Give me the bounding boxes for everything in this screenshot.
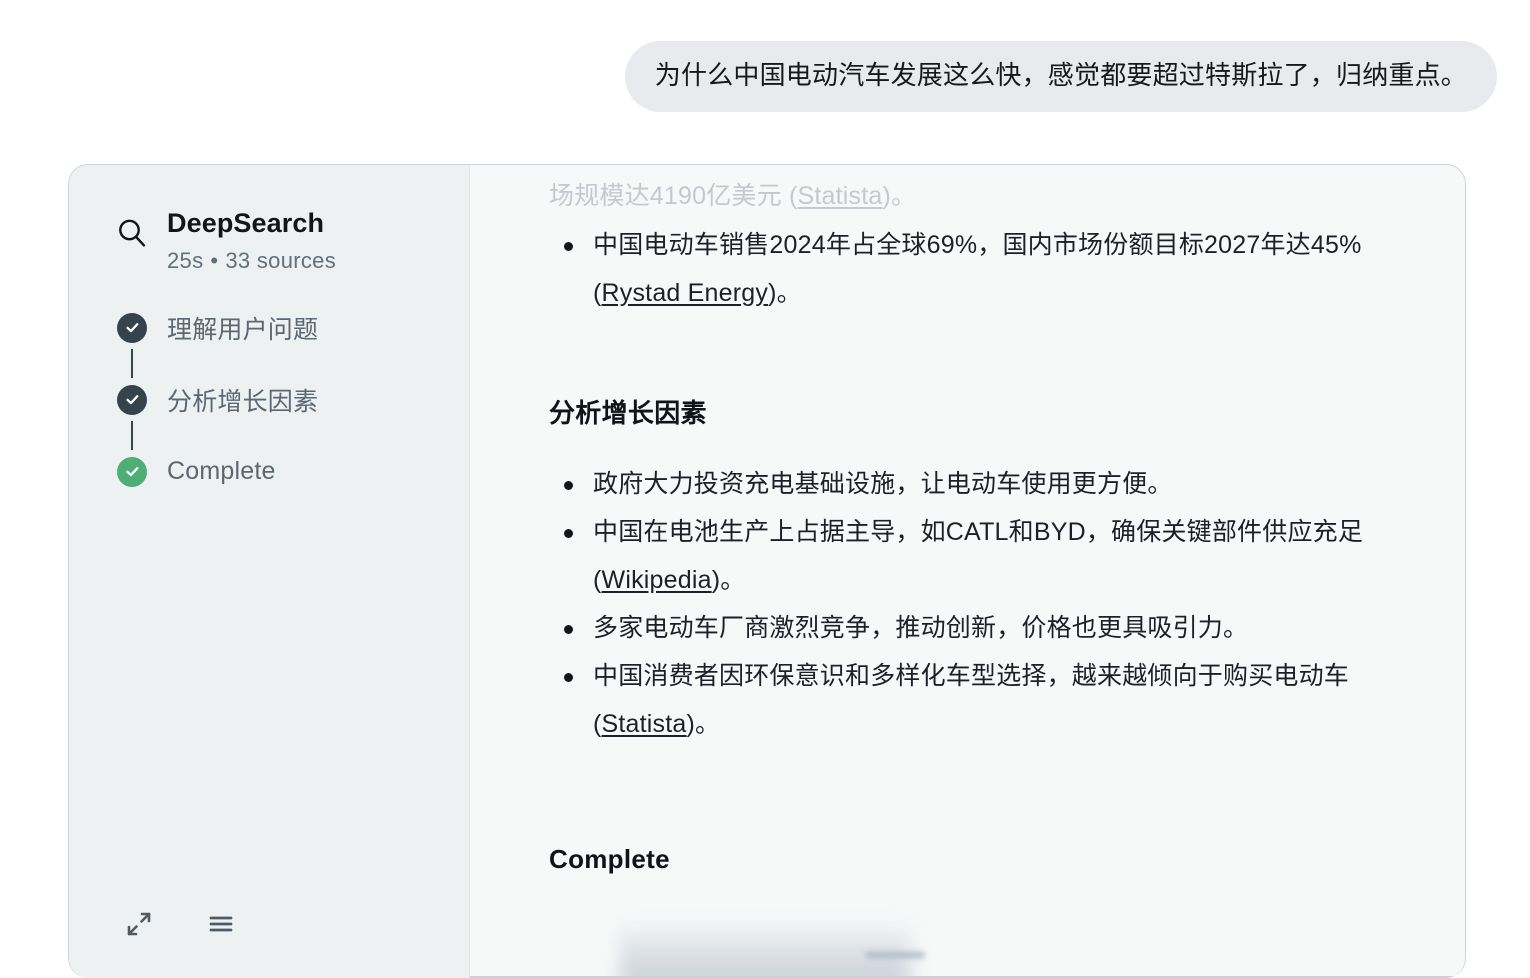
- growth-factor-bullet-list: 政府大力投资充电基础设施，让电动车使用更方便。 中国在电池生产上占据主导，如CA…: [549, 460, 1405, 748]
- section-heading-complete: Complete: [549, 843, 670, 874]
- sidebar-footer: [69, 901, 244, 947]
- list-item: 政府大力投资充电基础设施，让电动车使用更方便。: [549, 460, 1405, 508]
- user-message-row: 为什么中国电动汽车发展这么快，感觉都要超过特斯拉了，归纳重点。: [0, 0, 1530, 113]
- expand-icon[interactable]: [116, 901, 162, 947]
- source-link-wikipedia[interactable]: Wikipedia: [602, 566, 712, 594]
- list-item: 中国在电池生产上占据主导，如CATL和BYD，确保关键部件供应充足 (Wikip…: [549, 508, 1405, 604]
- faded-partial-line: 场规模达4190亿美元 (Statista)。: [549, 165, 1405, 221]
- section-heading-growth-factors: 分析增长因素: [549, 397, 707, 428]
- deepsearch-title: DeepSearch: [167, 208, 325, 238]
- step-connector: [131, 421, 133, 451]
- check-circle-icon: [117, 456, 147, 487]
- list-item: 多家电动车厂商激烈竞争，推动创新，价格也更具吸引力。: [549, 604, 1405, 652]
- sidebar-step-label: 理解用户问题: [167, 315, 319, 344]
- source-link-statista[interactable]: Statista: [602, 710, 687, 738]
- menu-icon[interactable]: [198, 901, 244, 947]
- bullet-text-before: 政府大力投资充电基础设施，让电动车使用更方便。: [593, 469, 1173, 498]
- sidebar-step-analyze[interactable]: 分析增长因素: [117, 378, 469, 421]
- check-icon: [117, 384, 147, 415]
- step-connector: [131, 349, 133, 379]
- check-icon: [117, 312, 147, 343]
- bullet-text-after: )。: [686, 709, 721, 738]
- sources-count: 33 sources: [225, 248, 337, 274]
- deepsearch-header: DeepSearch 25s • 33 sources: [69, 207, 469, 274]
- user-message-bubble: 为什么中国电动汽车发展这么快，感觉都要超过特斯拉了，归纳重点。: [624, 41, 1497, 113]
- search-icon: [115, 216, 149, 250]
- meta-separator: •: [210, 248, 219, 274]
- top-bullet-list: 中国电动车销售2024年占全球69%，国内市场份额目标2027年达45% (Ry…: [549, 221, 1405, 317]
- deepsearch-meta: 25s • 33 sources: [167, 248, 336, 274]
- sidebar-step-understand[interactable]: 理解用户问题: [117, 306, 469, 349]
- deepsearch-panel: DeepSearch 25s • 33 sources 理解用户问题 分析增长因素: [68, 164, 1466, 978]
- deepsearch-content[interactable]: 场规模达4190亿美元 (Statista)。 中国电动车销售2024年占全球6…: [470, 165, 1465, 978]
- content-inner: 场规模达4190亿美元 (Statista)。 中国电动车销售2024年占全球6…: [470, 165, 1465, 875]
- sidebar-step-label: 分析增长因素: [167, 387, 319, 416]
- list-item: 中国电动车销售2024年占全球69%，国内市场份额目标2027年达45% (Ry…: [549, 221, 1405, 317]
- list-item: 中国消费者因环保意识和多样化车型选择，越来越倾向于购买电动车 (Statista…: [549, 652, 1405, 748]
- duration-text: 25s: [167, 248, 204, 274]
- deepsearch-steps: 理解用户问题 分析增长因素 Complete: [69, 306, 469, 493]
- blurred-overlay-line: [865, 952, 925, 958]
- source-link-rystad-energy[interactable]: Rystad Energy: [602, 279, 769, 307]
- bullet-text-before: 多家电动车厂商激烈竞争，推动创新，价格也更具吸引力。: [593, 613, 1249, 642]
- source-link-statista[interactable]: Statista: [798, 182, 883, 210]
- sidebar-step-complete[interactable]: Complete: [117, 450, 469, 493]
- faded-text-after: )。: [882, 182, 917, 210]
- faded-text-before: 场规模达4190亿美元 (: [549, 182, 798, 210]
- sidebar-step-label: Complete: [167, 457, 276, 486]
- bullet-text-after: )。: [711, 565, 746, 594]
- bullet-text-after: )。: [768, 278, 802, 307]
- deepsearch-sidebar: DeepSearch 25s • 33 sources 理解用户问题 分析增长因素: [69, 165, 470, 978]
